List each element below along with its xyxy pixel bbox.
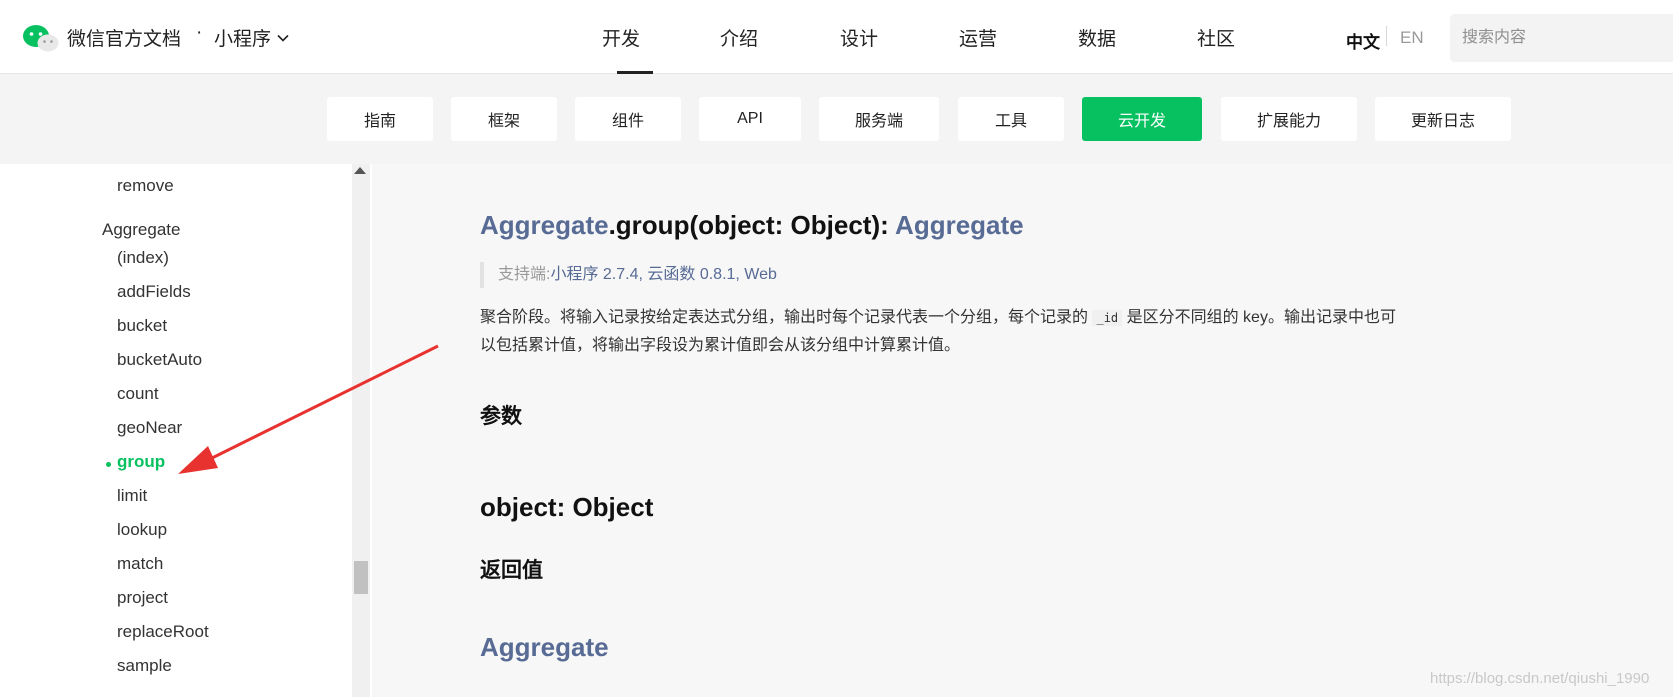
params-heading: 参数 — [480, 405, 522, 428]
title-return-link[interactable]: Aggregate — [895, 210, 1024, 240]
brand-separator: · — [196, 22, 203, 43]
scrollbar-thumb[interactable] — [354, 561, 368, 594]
support-values: 小程序 2.7.4, 云函数 0.8.1, Web — [550, 266, 777, 283]
nav-community[interactable]: 社区 — [1197, 24, 1235, 51]
sidebar-item-bucketauto[interactable]: bucketAuto — [117, 350, 202, 370]
sidebar-item-sample[interactable]: sample — [117, 656, 172, 676]
top-navbar: 微信官方文档 · 小程序 开发 介绍 设计 运营 数据 社区 中文 EN — [0, 0, 1673, 74]
sidebar-item-addfields[interactable]: addFields — [117, 282, 191, 302]
product-dropdown[interactable]: 小程序 — [214, 24, 289, 51]
sidebar-item-group[interactable]: group — [117, 452, 165, 472]
nav-design[interactable]: 设计 — [840, 24, 878, 51]
support-platforms: 支持端:小程序 2.7.4, 云函数 0.8.1, Web — [480, 262, 777, 288]
sidebar-item-project[interactable]: project — [117, 588, 168, 608]
title-type-link[interactable]: Aggregate — [480, 210, 609, 240]
sidebar-item-limit[interactable]: limit — [117, 486, 147, 506]
nav-develop[interactable]: 开发 — [602, 24, 640, 51]
desc-text-1: 聚合阶段。将输入记录按给定表达式分组，输出时每个记录代表一个分组，每个记录的 — [480, 309, 1089, 326]
nav-operation[interactable]: 运营 — [959, 24, 997, 51]
support-label: 支持端: — [498, 266, 551, 283]
tab-guide[interactable]: 指南 — [327, 97, 433, 141]
tab-components[interactable]: 组件 — [575, 97, 681, 141]
sub-navbar: 指南 框架 组件 API 服务端 工具 云开发 扩展能力 更新日志 — [0, 74, 1673, 164]
tab-api[interactable]: API — [699, 97, 801, 141]
return-heading: 返回值 — [480, 559, 543, 582]
nav-intro[interactable]: 介绍 — [720, 24, 758, 51]
wechat-logo-icon[interactable] — [22, 24, 60, 52]
return-type-link[interactable]: Aggregate — [480, 632, 609, 663]
sidebar-item-count[interactable]: count — [117, 384, 159, 404]
search-input[interactable] — [1450, 14, 1673, 62]
lang-divider — [1386, 26, 1387, 46]
watermark: https://blog.csdn.net/qiushi_1990 — [1430, 670, 1650, 687]
title-method: .group(object: Object): — [608, 210, 896, 240]
sidebar: remove Aggregate (index) addFields bucke… — [0, 164, 372, 697]
doc-content — [372, 164, 1673, 697]
method-description: 聚合阶段。将输入记录按给定表达式分组，输出时每个记录代表一个分组，每个记录的 _… — [480, 304, 1400, 359]
sidebar-group-aggregate[interactable]: Aggregate — [102, 220, 180, 240]
param-signature: object: Object — [480, 492, 654, 522]
tab-cloud-dev[interactable]: 云开发 — [1082, 97, 1202, 141]
sidebar-item-replaceroot[interactable]: replaceRoot — [117, 622, 209, 642]
sidebar-item-geonear[interactable]: geoNear — [117, 418, 182, 438]
active-dot-icon — [106, 462, 111, 467]
sidebar-scrollbar[interactable] — [352, 164, 370, 697]
page-title: Aggregate.group(object: Object): Aggrega… — [480, 210, 1024, 241]
sidebar-item-bucket[interactable]: bucket — [117, 316, 167, 336]
tab-server[interactable]: 服务端 — [819, 97, 939, 141]
lang-en-link[interactable]: EN — [1400, 28, 1424, 48]
tab-tools[interactable]: 工具 — [958, 97, 1064, 141]
sidebar-item-match[interactable]: match — [117, 554, 163, 574]
tab-framework[interactable]: 框架 — [451, 97, 557, 141]
sidebar-item-index[interactable]: (index) — [117, 248, 169, 268]
sidebar-item-remove[interactable]: remove — [117, 176, 174, 196]
scroll-up-arrow-icon[interactable] — [354, 167, 366, 174]
nav-data[interactable]: 数据 — [1078, 24, 1116, 51]
lang-zh-link[interactable]: 中文 — [1346, 28, 1380, 53]
sidebar-item-lookup[interactable]: lookup — [117, 520, 167, 540]
desc-code-id: _id — [1092, 310, 1123, 326]
tab-extensions[interactable]: 扩展能力 — [1221, 97, 1357, 141]
chevron-down-icon — [277, 34, 289, 42]
tab-changelog[interactable]: 更新日志 — [1375, 97, 1511, 141]
brand-title[interactable]: 微信官方文档 — [67, 24, 181, 51]
product-label: 小程序 — [214, 29, 272, 50]
